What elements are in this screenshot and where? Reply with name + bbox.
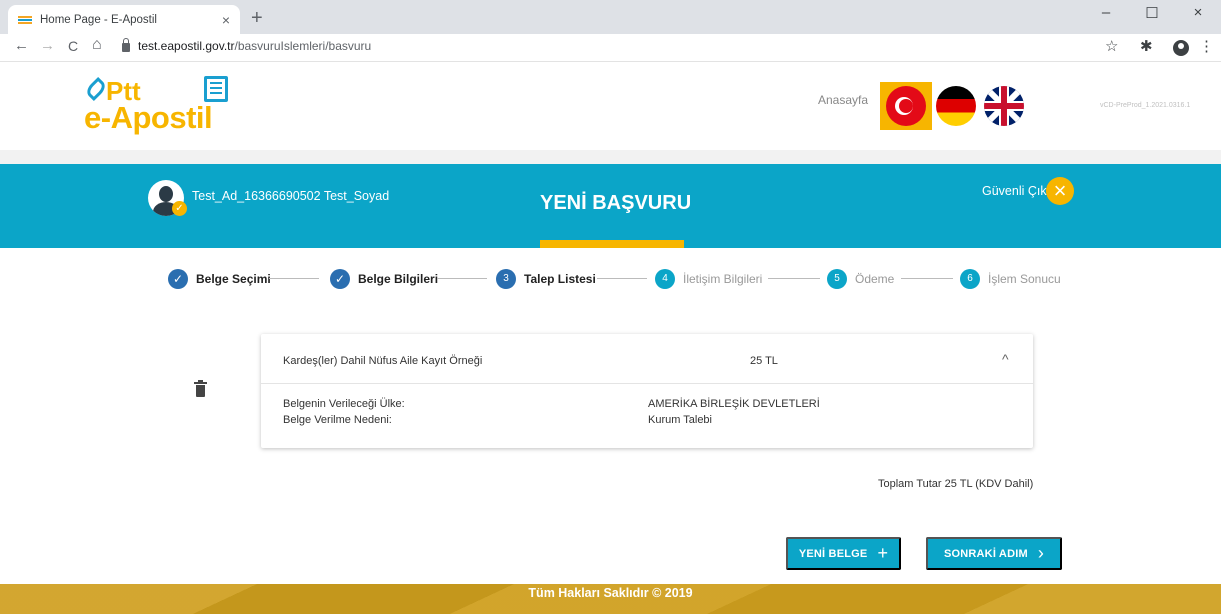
profile-icon[interactable] <box>1173 40 1189 56</box>
tab-close-icon[interactable]: × <box>222 12 230 28</box>
step-iletisim-bilgileri[interactable]: 4 İletişim Bilgileri <box>655 266 762 292</box>
reason-value: Kurum Talebi <box>648 414 712 426</box>
extensions-icon[interactable]: ✱ <box>1140 37 1153 55</box>
reason-label: Belge Verilme Nedeni: <box>283 414 392 426</box>
copyright-text: Tüm Hakları Saklıdır © 2019 <box>528 586 693 600</box>
version-label: vCD-PreProd_1.2021.0316.1 <box>1100 102 1191 109</box>
step-belge-secimi[interactable]: ✓ Belge Seçimi <box>168 266 271 292</box>
forward-arrow-icon[interactable]: → <box>40 37 55 54</box>
site-footer: Tüm Hakları Saklıdır © 2019 <box>0 584 1221 614</box>
browser-tab[interactable]: Home Page - E-Apostil × <box>8 5 240 34</box>
tab-title: Home Page - E-Apostil <box>40 13 157 26</box>
new-tab-button[interactable]: + <box>251 7 263 30</box>
step-number: 5 <box>827 269 847 289</box>
step-label: Belge Seçimi <box>196 272 271 286</box>
step-number: 4 <box>655 269 675 289</box>
request-card-header[interactable]: Kardeş(ler) Dahil Nüfus Aile Kayıt Örneğ… <box>261 334 1033 384</box>
turkey-flag-icon <box>886 86 926 126</box>
document-name: Kardeş(ler) Dahil Nüfus Aile Kayıt Örneğ… <box>283 355 483 367</box>
logo-eye-icon <box>83 76 109 102</box>
step-connector <box>269 278 319 279</box>
browser-menu-icon[interactable]: ⋮ <box>1199 37 1214 55</box>
step-belge-bilgileri[interactable]: ✓ Belge Bilgileri <box>330 266 438 292</box>
document-price: 25 TL <box>750 355 778 367</box>
logo-document-icon <box>204 76 228 102</box>
step-talep-listesi[interactable]: 3 Talep Listesi <box>496 266 596 292</box>
address-bar[interactable]: test.eapostil.gov.tr/basvuruIslemleri/ba… <box>122 37 372 53</box>
total-amount: Toplam Tutar 25 TL (KDV Dahil) <box>878 478 1034 490</box>
next-step-button[interactable]: SONRAKİ ADIM › <box>926 537 1062 570</box>
plus-icon: + <box>877 543 889 563</box>
page-banner: ✓ Test_Ad_16366690502 Test_Soyad YENİ BA… <box>0 164 1221 248</box>
logout-close-icon[interactable]: × <box>1046 177 1074 205</box>
uk-flag-icon[interactable] <box>984 86 1024 126</box>
delete-trash-icon[interactable] <box>194 380 207 397</box>
bookmark-star-icon[interactable]: ☆ <box>1105 37 1118 55</box>
next-step-label: SONRAKİ ADIM <box>943 547 1028 560</box>
close-window-button[interactable]: × <box>1175 4 1221 21</box>
verified-check-icon: ✓ <box>172 201 187 216</box>
step-label: İşlem Sonucu <box>988 272 1061 286</box>
step-label: Belge Bilgileri <box>358 272 439 286</box>
browser-toolbar: ← → C ⌂ test.eapostil.gov.tr/basvuruIsle… <box>0 34 1221 62</box>
step-label: İletişim Bilgileri <box>683 272 763 286</box>
header-divider <box>0 150 1221 164</box>
germany-flag-icon[interactable] <box>936 86 976 126</box>
language-turkish-selected[interactable] <box>880 82 932 130</box>
home-icon[interactable]: ⌂ <box>92 36 102 54</box>
country-label: Belgenin Verileceği Ülke: <box>283 398 405 410</box>
url-path: /basvuruIslemleri/basvuru <box>234 39 372 53</box>
e-apostil-logo[interactable]: Ptt e-Apostil <box>83 74 264 136</box>
site-header: Ptt e-Apostil Anasayfa vCD-PreProd_1.202… <box>0 62 1221 150</box>
step-label: Talep Listesi <box>524 272 596 286</box>
chevron-right-icon: › <box>1037 543 1045 563</box>
step-odeme[interactable]: 5 Ödeme <box>827 266 894 292</box>
browser-tab-bar: Home Page - E-Apostil × + – ☐ × <box>0 0 1221 34</box>
site-favicon-icon <box>18 15 32 24</box>
chevron-up-icon[interactable]: ^ <box>1002 351 1009 367</box>
back-arrow-icon[interactable]: ← <box>14 37 29 54</box>
page-title: YENİ BAŞVURU <box>540 192 692 214</box>
url-host: test.eapostil.gov.tr <box>138 39 235 53</box>
new-document-button[interactable]: YENİ BELGE + <box>786 537 901 570</box>
step-connector <box>901 278 953 279</box>
title-underline <box>540 240 684 248</box>
country-value: AMERİKA BİRLEŞİK DEVLETLERİ <box>648 398 820 410</box>
step-number: 3 <box>496 269 516 289</box>
reload-icon[interactable]: C <box>68 38 78 54</box>
minimize-button[interactable]: – <box>1083 4 1129 21</box>
step-check-icon: ✓ <box>168 269 188 289</box>
step-label: Ödeme <box>855 272 895 286</box>
step-connector <box>597 278 647 279</box>
step-number: 6 <box>960 269 980 289</box>
lock-icon <box>122 37 130 52</box>
step-islem-sonucu[interactable]: 6 İşlem Sonucu <box>960 266 1061 292</box>
new-document-label: YENİ BELGE <box>798 547 868 560</box>
logo-main-text: e-Apostil <box>84 100 213 135</box>
home-link[interactable]: Anasayfa <box>818 93 868 107</box>
step-connector <box>437 278 487 279</box>
user-name: Test_Ad_16366690502 Test_Soyad <box>192 189 390 203</box>
step-connector <box>768 278 820 279</box>
request-card: Kardeş(ler) Dahil Nüfus Aile Kayıt Örneğ… <box>261 334 1033 448</box>
step-check-icon: ✓ <box>330 269 350 289</box>
maximize-button[interactable]: ☐ <box>1129 4 1175 22</box>
